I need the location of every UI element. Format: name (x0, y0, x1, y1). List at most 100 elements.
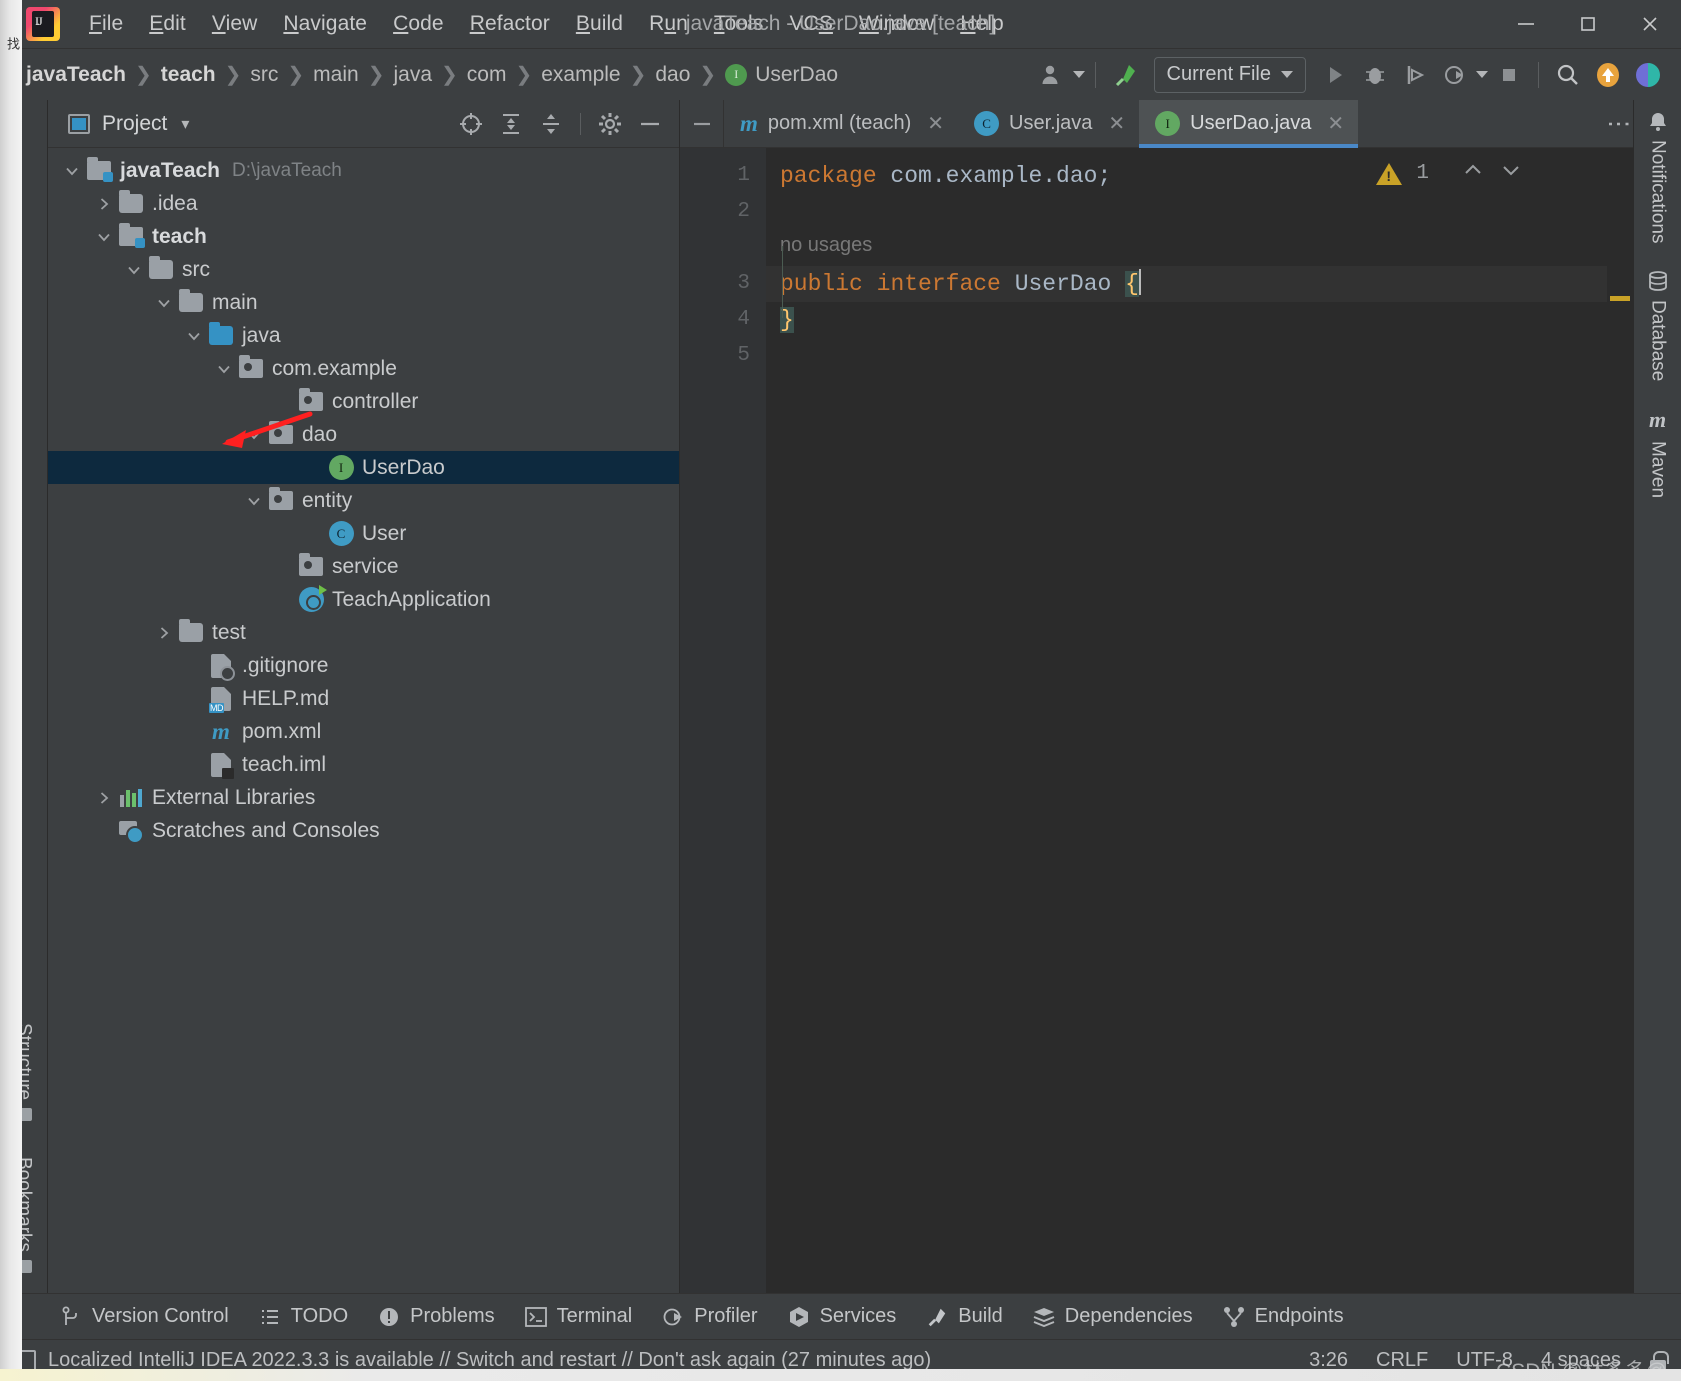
tree-node-javaTeach[interactable]: javaTeach D:\javaTeach (48, 154, 679, 187)
tree-node-TeachApplication[interactable]: TeachApplication (48, 583, 679, 616)
sidebar-item-notifications[interactable]: Notifications (1647, 110, 1669, 244)
tree-node-dao[interactable]: dao (48, 411, 679, 451)
tree-node-controller[interactable]: controller (48, 385, 679, 418)
sidebar-item-database[interactable]: Database (1647, 270, 1669, 381)
tool-button-services[interactable]: Services (788, 1305, 896, 1328)
menu-navigate[interactable]: Navigate (270, 10, 380, 38)
account-icon[interactable] (1033, 56, 1071, 94)
tree-node-service[interactable]: service (48, 550, 679, 583)
account-chevron-down-icon[interactable] (1072, 71, 1085, 78)
tab-pom-xml[interactable]: m pom.xml (teach) ✕ (724, 100, 958, 147)
breadcrumb-dao[interactable]: dao (655, 63, 690, 87)
menu-view[interactable]: View (199, 10, 271, 38)
menu-refactor[interactable]: Refactor (457, 10, 563, 38)
inspection-widget[interactable]: 1 (1376, 158, 1523, 189)
tool-button-version-control[interactable]: Version Control (60, 1305, 229, 1328)
breadcrumb-java[interactable]: java (393, 63, 432, 87)
tree-node-java[interactable]: java (48, 319, 679, 352)
tool-button-dependencies[interactable]: Dependencies (1033, 1305, 1193, 1328)
build-hammer-icon[interactable] (1106, 56, 1144, 94)
close-icon[interactable]: ✕ (927, 111, 944, 136)
update-project-icon[interactable] (1589, 56, 1627, 94)
chevron-right-icon[interactable] (150, 625, 178, 641)
menu-code[interactable]: Code (380, 10, 457, 38)
tool-button-todo[interactable]: TODO (259, 1305, 348, 1328)
tree-node-com-example[interactable]: com.example (48, 352, 679, 385)
maximize-button[interactable] (1557, 0, 1619, 48)
tree-node-src[interactable]: src (48, 253, 679, 286)
chevron-down-icon[interactable] (120, 262, 148, 278)
collapse-all-icon[interactable] (534, 107, 568, 141)
inlay-hint-no-usages[interactable]: no usages (766, 230, 1607, 266)
select-opened-file-icon[interactable] (454, 107, 488, 141)
breadcrumb-UserDao[interactable]: UserDao (755, 63, 838, 87)
close-icon[interactable]: ✕ (1327, 111, 1344, 136)
menu-window[interactable]: Window (846, 10, 947, 38)
menu-edit[interactable]: Edit (136, 10, 199, 38)
close-icon[interactable]: ✕ (1108, 111, 1125, 136)
minimize-button[interactable] (1495, 0, 1557, 48)
run-with-coverage-icon[interactable] (1396, 56, 1434, 94)
collapse-tabs-icon[interactable] (680, 100, 724, 147)
more-options-icon[interactable]: ⋮ (1605, 112, 1632, 136)
tree-node-idea[interactable]: .idea (48, 187, 679, 220)
run-icon[interactable] (1316, 56, 1354, 94)
tool-button-profiler[interactable]: Profiler (662, 1305, 758, 1328)
warning-marker[interactable] (1610, 296, 1630, 301)
profiler-icon[interactable] (1436, 56, 1474, 94)
breadcrumb-javaTeach[interactable]: javaTeach (26, 63, 126, 87)
menu-tools[interactable]: Tools (701, 10, 777, 38)
chevron-down-icon[interactable] (210, 361, 238, 377)
code-content[interactable]: package com.example.dao; no usages publi… (766, 148, 1607, 1293)
lock-icon[interactable] (1649, 1350, 1669, 1371)
editor-scrollbar[interactable] (1607, 148, 1633, 1293)
run-configuration-selector[interactable]: Current File (1153, 56, 1306, 93)
settings-gear-icon[interactable] (593, 107, 627, 141)
tree-node-main[interactable]: main (48, 286, 679, 319)
menu-build[interactable]: Build (563, 10, 636, 38)
chevron-right-icon[interactable] (90, 196, 118, 212)
chevron-right-icon[interactable] (90, 790, 118, 806)
tool-button-build[interactable]: Build (926, 1305, 1003, 1328)
sidebar-item-maven[interactable]: m Maven (1647, 407, 1669, 498)
chevron-down-icon[interactable] (240, 493, 268, 509)
breadcrumb-teach[interactable]: teach (161, 63, 216, 87)
breadcrumb-example[interactable]: example (541, 63, 620, 87)
tab-User-java[interactable]: C User.java ✕ (958, 100, 1139, 147)
tree-node-UserDao[interactable]: I UserDao (48, 451, 679, 484)
hide-tool-window-icon[interactable] (633, 107, 667, 141)
editor-gutter[interactable]: 1 2 3 4 5 (680, 148, 766, 1293)
tree-node-HELP-md[interactable]: HELP.md (48, 682, 679, 715)
project-view-chevron-down-icon[interactable]: ▾ (181, 114, 189, 134)
tree-node-gitignore[interactable]: .gitignore (48, 649, 679, 682)
chevron-down-icon[interactable] (180, 328, 208, 344)
ide-assistant-icon[interactable] (1629, 56, 1667, 94)
tree-node-test[interactable]: test (48, 616, 679, 649)
tab-UserDao-java[interactable]: I UserDao.java ✕ (1139, 100, 1359, 148)
menu-file[interactable]: FFileile (76, 10, 136, 38)
tree-node-scratches-and-consoles[interactable]: Scratches and Consoles (48, 814, 679, 847)
tree-node-User[interactable]: C User (48, 517, 679, 550)
chevron-down-icon[interactable] (240, 427, 268, 443)
menu-vcs[interactable]: VCS (776, 10, 845, 38)
chevron-down-icon[interactable] (150, 295, 178, 311)
close-button[interactable] (1619, 0, 1681, 48)
breadcrumb-com[interactable]: com (467, 63, 507, 87)
debug-icon[interactable] (1356, 56, 1394, 94)
chevron-down-icon[interactable] (90, 229, 118, 245)
expand-all-icon[interactable] (494, 107, 528, 141)
tool-button-problems[interactable]: Problems (378, 1305, 495, 1328)
previous-highlight-icon[interactable] (1461, 158, 1485, 189)
code-editor[interactable]: 1 2 3 4 5 package com.example.dao; no us… (680, 148, 1633, 1293)
tree-node-pom-xml[interactable]: m pom.xml (48, 715, 679, 748)
stop-icon[interactable] (1490, 56, 1528, 94)
menu-help[interactable]: Help (947, 10, 1017, 38)
tree-node-teach[interactable]: teach (48, 220, 679, 253)
tree-node-external-libraries[interactable]: External Libraries (48, 781, 679, 814)
breadcrumb-main[interactable]: main (313, 63, 359, 87)
menu-run[interactable]: Run (636, 10, 701, 38)
tree-node-teach-iml[interactable]: teach.iml (48, 748, 679, 781)
tree-node-entity[interactable]: entity (48, 484, 679, 517)
breadcrumb-src[interactable]: src (250, 63, 278, 87)
tool-button-endpoints[interactable]: Endpoints (1223, 1305, 1344, 1328)
